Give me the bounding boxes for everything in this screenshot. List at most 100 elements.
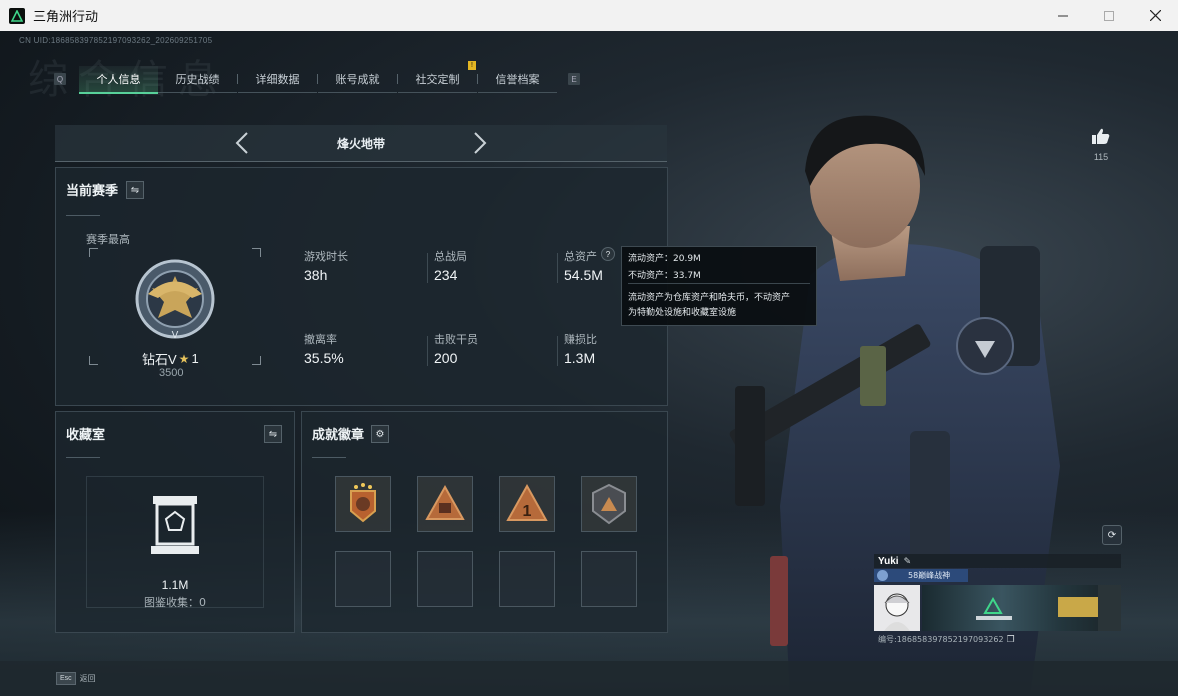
collection-title: 收藏室 <box>66 428 106 443</box>
stat-value: 38h <box>304 267 328 283</box>
uid-label: CN UID:18685839785219709326​2_2026092517… <box>19 36 213 45</box>
collection-display-case-icon[interactable] <box>149 494 201 556</box>
window-title: 三角洲行动 <box>33 10 99 25</box>
esc-key-hint: Esc <box>56 672 76 685</box>
question-icon[interactable]: ? <box>601 247 615 261</box>
avatar[interactable] <box>874 585 920 631</box>
gear-icon[interactable]: ⚙ <box>371 425 389 443</box>
season-highest-label: 赛季最高 <box>86 233 130 246</box>
stat-value: 35.5% <box>304 350 344 366</box>
frame-corner <box>252 248 261 257</box>
tab-prev-key[interactable]: Q <box>54 73 66 85</box>
badge-slot-empty[interactable] <box>499 551 555 607</box>
tooltip-divider <box>628 283 810 284</box>
collection-count: 图鉴收集：0 <box>144 596 206 609</box>
star-icon: ★ <box>178 351 190 366</box>
player-name: Yuki <box>878 555 899 567</box>
svg-text:1: 1 <box>523 503 532 520</box>
chevron-right-icon[interactable] <box>473 131 487 162</box>
chevron-left-icon[interactable] <box>235 131 249 162</box>
season-panel: 当前赛季 ⇋ 赛季最高 V 钻石V ★ 1 3500 游戏时长 38h 总战局 … <box>55 167 668 406</box>
copy-icon[interactable]: ❐ <box>1007 634 1015 645</box>
rank-name: 钻石V <box>142 352 177 367</box>
title-underline <box>66 457 100 458</box>
tab-account-achievements[interactable]: 账号成就 <box>318 66 397 93</box>
maximize-button[interactable] <box>1086 0 1132 31</box>
back-button[interactable]: Esc 返回 <box>56 672 96 685</box>
notification-badge: ! <box>468 61 476 70</box>
collection-value: 1.1M <box>161 578 189 592</box>
badge-slot[interactable] <box>417 476 473 532</box>
player-title: 58巅峰战神 <box>908 571 951 580</box>
tab-social-customization[interactable]: 社交定制 <box>398 66 477 93</box>
badges-title: 成就徽章 <box>312 428 365 443</box>
swap-icon[interactable]: ⇋ <box>264 425 282 443</box>
footer-bar: Esc 返回 <box>0 661 1178 696</box>
refresh-icon[interactable]: ⟳ <box>1102 525 1122 545</box>
minimize-button[interactable] <box>1040 0 1086 31</box>
game-area: 综合信息 CN UID:18685839785219709326​2_20260… <box>0 31 1178 696</box>
frame-corner <box>89 356 98 365</box>
stat-label: 撤离率 <box>304 333 337 346</box>
stat-label: 游戏时长 <box>304 250 348 263</box>
stat-value: 54.5M <box>564 267 603 283</box>
player-id-row: 编号:18685839785219709326​2 ❐ <box>878 634 1015 645</box>
tab-match-history[interactable]: 历史战绩 <box>158 66 237 93</box>
frame-corner <box>89 248 98 257</box>
stat-value: 1.3M <box>564 350 596 366</box>
stat-divider <box>557 336 558 366</box>
title-underline <box>312 457 346 458</box>
player-id: 编号:18685839785219709326​2 <box>878 635 1004 644</box>
edit-icon[interactable]: ✎ <box>904 556 912 567</box>
rank-stars: 1 <box>191 351 199 366</box>
stat-label: 总战局 <box>434 250 467 263</box>
shield-badge-icon <box>592 483 626 525</box>
player-card: Yuki ✎ 58巅峰战神 编号:18685839785219709326​2 <box>874 554 1121 644</box>
tab-bar: Q 个人信息 历史战绩 详细数据 账号成就 社交定制 ! 信誉档案 E <box>54 61 584 94</box>
title-emblem-icon <box>877 570 888 581</box>
svg-text:V: V <box>172 330 179 341</box>
rank-row: 钻石V ★ 1 <box>142 349 199 368</box>
badge-slot[interactable] <box>581 476 637 532</box>
badge-slot[interactable] <box>335 476 391 532</box>
bronze-triangle-badge-icon <box>425 484 465 520</box>
back-label: 返回 <box>79 674 96 683</box>
title-underline <box>66 215 100 216</box>
diamond-rank-emblem-icon: V <box>135 259 215 341</box>
stat-value: 234 <box>434 267 458 283</box>
tab-personal-info[interactable]: 个人信息 <box>79 66 158 94</box>
swap-icon[interactable]: ⇋ <box>126 181 144 199</box>
badge-slot-empty[interactable] <box>581 551 637 607</box>
like-count: 115 <box>1093 152 1109 162</box>
stat-value: 200 <box>434 350 458 366</box>
player-name-row: Yuki ✎ <box>874 554 1121 568</box>
badge-slot[interactable]: 1 <box>499 476 555 532</box>
assets-tooltip: 流动资产：20.9M 不动资产：33.7M 流动资产为仓库资产和哈夫币，不动资产… <box>621 246 817 326</box>
frame-corner <box>252 356 261 365</box>
like-widget: 115 <box>1090 127 1112 162</box>
close-button[interactable] <box>1132 0 1178 31</box>
thumbs-up-icon[interactable] <box>1091 127 1111 145</box>
stat-divider <box>427 253 428 283</box>
tooltip-fixed-assets: 不动资产：33.7M <box>628 271 701 281</box>
tab-detailed-data[interactable]: 详细数据 <box>238 66 317 93</box>
eagle-badge-icon <box>350 483 376 523</box>
tab-reputation-file[interactable]: 信誉档案 <box>478 66 557 93</box>
tooltip-liquid-assets: 流动资产：20.9M <box>628 254 701 264</box>
stat-label: 赚损比 <box>564 333 597 346</box>
achievement-badges-panel: 成就徽章 ⚙ 1 <box>301 411 668 633</box>
season-title: 当前赛季 <box>66 184 119 199</box>
app-logo-icon <box>9 7 25 24</box>
badge-slot-empty[interactable] <box>417 551 473 607</box>
player-title-badge: 58巅峰战神 <box>874 569 968 582</box>
game-window: 三角洲行动 综合信息 CN UID:18685839785219709326​2… <box>0 0 1178 696</box>
player-banner <box>922 585 1121 631</box>
stat-label: 总资产 <box>564 250 597 263</box>
mode-title: 烽火地带 <box>336 136 385 151</box>
number-one-badge-icon: 1 <box>506 483 548 521</box>
tab-next-key[interactable]: E <box>568 73 580 85</box>
stat-label: 击败干员 <box>434 333 478 346</box>
delta-force-banner-icon <box>976 585 1121 631</box>
tooltip-description: 为特勤处设施和收藏室设施 <box>628 308 737 318</box>
badge-slot-empty[interactable] <box>335 551 391 607</box>
